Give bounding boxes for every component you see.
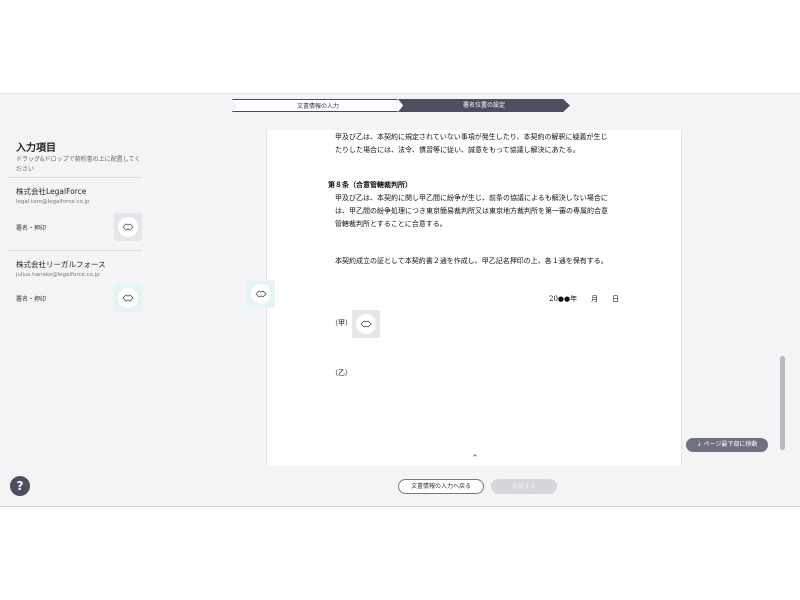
signer-2-company: 株式会社リーガルフォース <box>16 260 106 269</box>
send-button[interactable]: 送信する <box>491 479 557 494</box>
question-icon: ? <box>16 479 24 493</box>
signer-1-stamp-draggable[interactable] <box>114 213 142 241</box>
jump-to-bottom-label: ページ最下部に移動 <box>703 441 758 448</box>
doc-article-heading: 第８条（合意管轄裁判所） <box>328 180 412 189</box>
step-signature-position: 署名位置の設定 <box>398 99 570 112</box>
handshake-icon <box>122 294 134 302</box>
signer-1-field-label: 署名・押印 <box>16 225 47 232</box>
arrow-down-icon: ↓ <box>696 441 704 448</box>
doc-text-line: 甲及び乙は、本契約に関し甲乙間に紛争が生じ、前条の協議によるも解決しない場合に <box>335 194 608 202</box>
dragging-stamp[interactable] <box>247 280 275 308</box>
progress-stepper: 文書情報の入力 署名位置の設定 <box>232 99 570 112</box>
signer-2-field-label: 署名・押印 <box>16 296 47 303</box>
handshake-icon <box>122 223 134 231</box>
signer-2-stamp-draggable[interactable] <box>114 284 142 312</box>
doc-text-line: たりした場合には、法令、慣習等に従い、誠意をもって協議し解決にあたる。 <box>335 146 580 154</box>
doc-text-line: 甲及び乙は、本契約に規定されていない事項が発生したり、本契約の解釈に疑義が生じ <box>335 133 608 141</box>
jump-to-bottom-button[interactable]: ↓ ページ最下部に移動 <box>686 438 768 452</box>
handshake-icon <box>255 290 267 298</box>
sidebar-title: 入力項目 <box>16 143 56 154</box>
scrollbar-thumb[interactable] <box>780 356 785 450</box>
doc-text-line: 本契約成立の証として本契約書２通を作成し、甲乙記名押印の上、各１通を保有する。 <box>335 257 608 265</box>
back-to-document-info-button[interactable]: 文書情報の入力へ戻る <box>398 479 484 494</box>
doc-party-a-label: （甲） <box>331 319 352 327</box>
sidebar-description: ドラッグ&ドロップで契約書の上に配置してください <box>16 156 141 173</box>
page-marker: ^ <box>472 454 478 462</box>
signer-2-email: julius.hanako@legalforce.co.jp <box>16 272 100 278</box>
help-button[interactable]: ? <box>10 476 30 496</box>
document-scrollbar[interactable] <box>780 130 785 450</box>
doc-date-line: 20●●年 月 日 <box>549 295 620 303</box>
doc-text-line: 管轄裁判所とすることに合意する。 <box>335 220 447 228</box>
doc-text-line: は、甲乙間の紛争処理につき東京簡易裁判所又は東京地方裁判所を第一審の専属的合意 <box>335 207 608 215</box>
placed-stamp-party-a[interactable] <box>352 310 380 338</box>
sidebar-divider <box>8 250 142 251</box>
step-document-info[interactable]: 文書情報の入力 <box>232 99 404 112</box>
document-preview[interactable]: 甲及び乙は、本契約に規定されていない事項が発生したり、本契約の解釈に疑義が生じ … <box>266 130 682 466</box>
doc-party-b-label: （乙） <box>331 369 352 377</box>
handshake-icon <box>360 320 372 328</box>
signature-placement-screen: 文書情報の入力 署名位置の設定 入力項目 ドラッグ&ドロップで契約書の上に配置し… <box>0 93 800 507</box>
signer-1-email: legal.taro@legalforce.co.jp <box>16 199 90 205</box>
sidebar-divider <box>8 177 142 178</box>
signer-1-company: 株式会社LegalForce <box>16 187 87 196</box>
